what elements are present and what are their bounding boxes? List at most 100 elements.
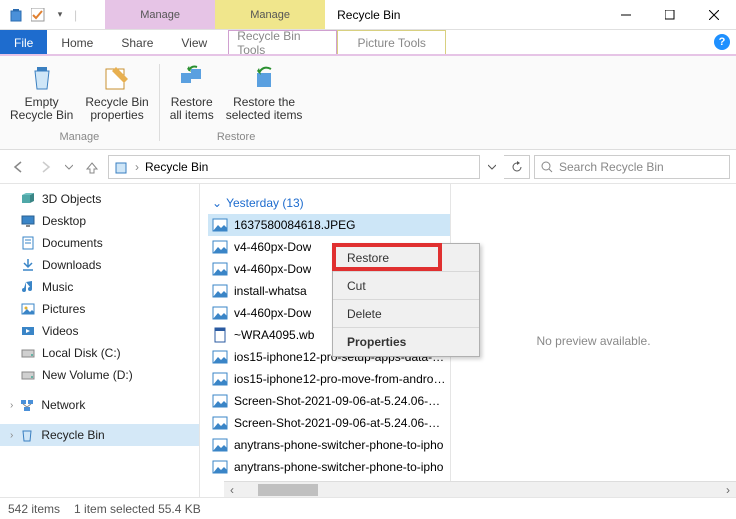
- refresh-button[interactable]: [504, 155, 530, 179]
- ribbon-group-restore: Restore all items Restore the selected i…: [166, 60, 307, 145]
- quick-access-toolbar: ▾ |: [0, 7, 85, 23]
- sidebar-item-network[interactable]: › Network: [0, 394, 199, 416]
- forward-button[interactable]: [34, 155, 58, 179]
- qat-dropdown-icon[interactable]: ▾: [52, 7, 68, 23]
- file-row[interactable]: anytrans-phone-switcher-phone-to-ipho: [208, 456, 450, 478]
- scroll-right-icon[interactable]: ›: [720, 482, 736, 498]
- context-menu-cut[interactable]: Cut: [333, 272, 479, 300]
- ribbon-group-manage: Empty Recycle Bin Recycle Bin properties…: [6, 60, 153, 145]
- preview-pane: No preview available.: [450, 184, 736, 497]
- group-header[interactable]: ⌄ Yesterday (13): [212, 196, 450, 210]
- sidebar-item-3d[interactable]: 3D Objects: [0, 188, 199, 210]
- file-icon: [212, 239, 228, 255]
- window-controls: [604, 0, 736, 30]
- desktop-icon: [20, 213, 36, 229]
- file-row[interactable]: Screen-Shot-2021-09-06-at-5.24.06-PM-10: [208, 390, 450, 412]
- recycle-bin-properties-button[interactable]: Recycle Bin properties: [81, 60, 152, 124]
- help-icon[interactable]: ?: [714, 34, 730, 50]
- music-icon: [20, 279, 36, 295]
- bin-props-icon: [101, 62, 133, 94]
- file-icon: [212, 393, 228, 409]
- docs-icon: [20, 235, 36, 251]
- recent-dropdown[interactable]: [62, 155, 76, 179]
- disk-icon: [20, 367, 36, 383]
- sidebar-item-disk[interactable]: Local Disk (C:): [0, 342, 199, 364]
- file-icon: [212, 459, 228, 475]
- ribbon-group-label-manage: Manage: [59, 129, 99, 145]
- address-bar[interactable]: › Recycle Bin: [108, 155, 480, 179]
- sidebar-item-music[interactable]: Music: [0, 276, 199, 298]
- title-bar: ▾ | Manage Manage Recycle Bin: [0, 0, 736, 30]
- active-tab-underline: [0, 54, 736, 56]
- sidebar-item-pictures[interactable]: Pictures: [0, 298, 199, 320]
- sidebar-item-downloads[interactable]: Downloads: [0, 254, 199, 276]
- minimize-button[interactable]: [604, 0, 648, 30]
- restore-all-button[interactable]: Restore all items: [166, 60, 218, 124]
- check-icon[interactable]: [30, 7, 46, 23]
- videos-icon: [20, 323, 36, 339]
- tab-picture-tools[interactable]: Picture Tools: [337, 30, 446, 55]
- bin-icon: [8, 7, 24, 23]
- sidebar-item-recycle-bin[interactable]: › Recycle Bin: [0, 424, 199, 446]
- up-button[interactable]: [80, 155, 104, 179]
- ribbon: Empty Recycle Bin Recycle Bin properties…: [0, 56, 736, 150]
- context-tabs-header: Manage Manage: [105, 0, 325, 29]
- file-icon: [212, 327, 228, 343]
- bin-icon: [19, 427, 35, 443]
- sidebar-item-desktop[interactable]: Desktop: [0, 210, 199, 232]
- context-menu: Restore Cut Delete Properties: [332, 243, 480, 357]
- file-icon: [212, 217, 228, 233]
- scroll-thumb[interactable]: [258, 484, 318, 496]
- file-icon: [212, 283, 228, 299]
- sidebar-item-disk[interactable]: New Volume (D:): [0, 364, 199, 386]
- context-menu-restore[interactable]: Restore: [333, 244, 479, 272]
- nav-tree: 3D ObjectsDesktopDocumentsDownloadsMusic…: [0, 184, 200, 497]
- context-menu-delete[interactable]: Delete: [333, 300, 479, 328]
- back-button[interactable]: [6, 155, 30, 179]
- pictures-icon: [20, 301, 36, 317]
- close-button[interactable]: [692, 0, 736, 30]
- search-box[interactable]: Search Recycle Bin: [534, 155, 730, 179]
- restore-sel-icon: [248, 62, 280, 94]
- bin-empty-icon: [26, 62, 58, 94]
- file-icon: [212, 305, 228, 321]
- ribbon-group-label-restore: Restore: [217, 129, 256, 145]
- file-icon: [212, 371, 228, 387]
- network-icon: [19, 397, 35, 413]
- status-bar: 542 items 1 item selected 55.4 KB: [0, 497, 736, 519]
- file-icon: [212, 437, 228, 453]
- restore-selected-button[interactable]: Restore the selected items: [222, 60, 307, 124]
- context-tab-picture[interactable]: Manage: [215, 0, 325, 29]
- restore-all-icon: [176, 62, 208, 94]
- disk-icon: [20, 345, 36, 361]
- empty-recycle-bin-button[interactable]: Empty Recycle Bin: [6, 60, 77, 124]
- tab-home[interactable]: Home: [47, 30, 107, 55]
- sidebar-item-videos[interactable]: Videos: [0, 320, 199, 342]
- tab-file[interactable]: File: [0, 30, 47, 55]
- ribbon-tabs: File Home Share View Recycle Bin Tools P…: [0, 30, 736, 56]
- context-tab-recycle[interactable]: Manage: [105, 0, 215, 29]
- preview-message: No preview available.: [536, 334, 650, 348]
- bin-icon: [113, 159, 129, 175]
- tab-view[interactable]: View: [167, 30, 221, 55]
- downloads-icon: [20, 257, 36, 273]
- scroll-left-icon[interactable]: ‹: [224, 482, 240, 498]
- file-row[interactable]: anytrans-phone-switcher-phone-to-ipho: [208, 434, 450, 456]
- tab-recycle-bin-tools[interactable]: Recycle Bin Tools: [228, 30, 337, 55]
- tab-share[interactable]: Share: [107, 30, 167, 55]
- address-dropdown[interactable]: [484, 155, 500, 179]
- horizontal-scrollbar[interactable]: ‹ ›: [224, 481, 736, 497]
- breadcrumb[interactable]: Recycle Bin: [145, 160, 208, 174]
- file-row[interactable]: 1637580084618.JPEG: [208, 214, 450, 236]
- 3d-icon: [20, 191, 36, 207]
- file-icon: [212, 261, 228, 277]
- status-selected: 1 item selected 55.4 KB: [74, 502, 201, 516]
- maximize-button[interactable]: [648, 0, 692, 30]
- sidebar-item-docs[interactable]: Documents: [0, 232, 199, 254]
- context-menu-properties[interactable]: Properties: [333, 328, 479, 356]
- file-row[interactable]: ios15-iphone12-pro-move-from-android-: [208, 368, 450, 390]
- file-icon: [212, 349, 228, 365]
- file-row[interactable]: Screen-Shot-2021-09-06-at-5.24.06-PM-10: [208, 412, 450, 434]
- status-total: 542 items: [8, 502, 60, 516]
- file-icon: [212, 415, 228, 431]
